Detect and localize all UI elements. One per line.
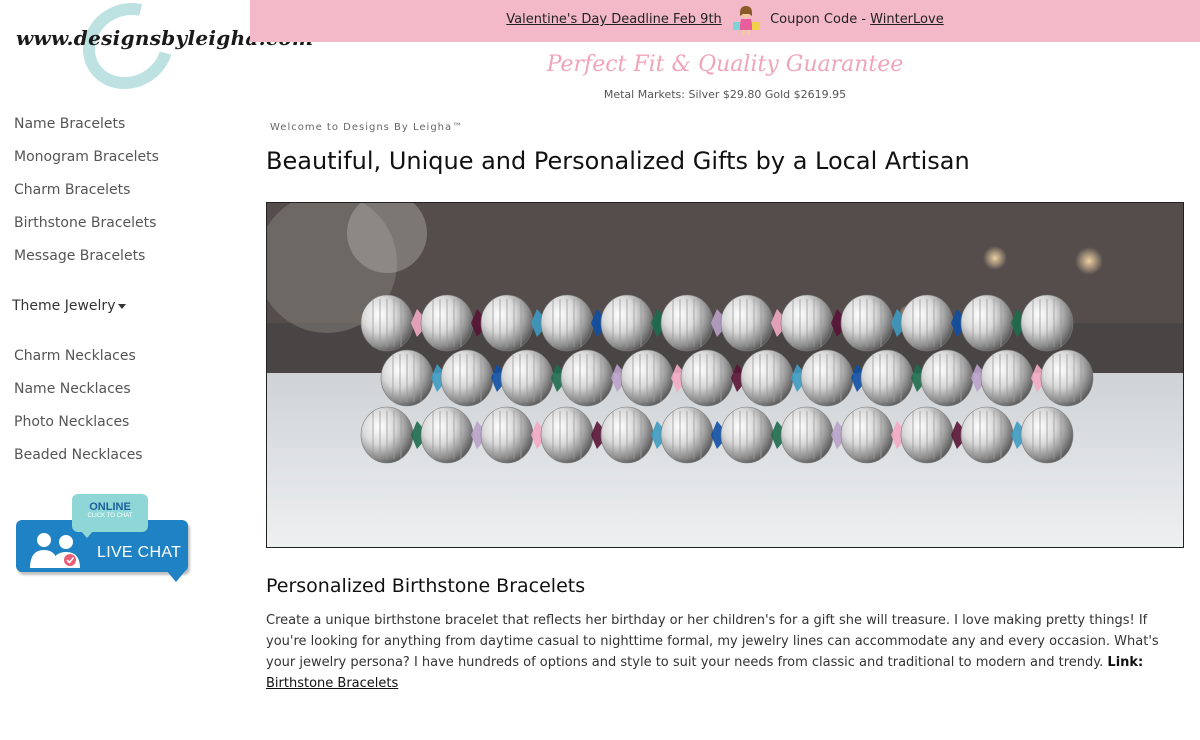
site-logo[interactable]: www.designsbyleigha.com <box>12 0 314 106</box>
online-bubble: ONLINE CLICK TO CHAT <box>72 494 148 532</box>
birthstone-bracelets-link[interactable]: Birthstone Bracelets <box>266 676 398 691</box>
section-body-text: Create a unique birthstone bracelet that… <box>266 613 1159 670</box>
section-title: Personalized Birthstone Bracelets <box>266 575 586 597</box>
bracelet-illustration <box>267 203 1183 547</box>
sidebar-item-photo-necklaces[interactable]: Photo Necklaces <box>14 414 129 430</box>
theme-jewelry-dropdown[interactable]: Theme Jewelry <box>12 298 127 314</box>
sidebar-item-name-bracelets[interactable]: Name Bracelets <box>14 116 125 132</box>
welcome-text: Welcome to Designs By Leigha™ <box>270 122 464 133</box>
sidebar-item-message-bracelets[interactable]: Message Bracelets <box>14 248 145 264</box>
link-prefix: Link: <box>1107 655 1144 670</box>
sidebar-item-charm-necklaces[interactable]: Charm Necklaces <box>14 348 136 364</box>
valentines-deadline-link[interactable]: Valentine's Day Deadline Feb 9th <box>506 12 722 27</box>
sidebar-item-charm-bracelets[interactable]: Charm Bracelets <box>14 182 130 198</box>
shopping-girl-icon <box>732 5 759 35</box>
section-body: Create a unique birthstone bracelet that… <box>266 610 1180 694</box>
sidebar-item-name-necklaces[interactable]: Name Necklaces <box>14 381 131 397</box>
sidebar: www.designsbyleigha.com Name Bracelets M… <box>0 0 314 740</box>
live-chat-label: LIVE CHAT <box>97 544 182 561</box>
coupon-code-link[interactable]: WinterLove <box>870 12 944 27</box>
click-to-chat-label: CLICK TO CHAT <box>87 513 133 519</box>
promo-banner: Valentine's Day Deadline Feb 9th Coupon … <box>250 0 1200 42</box>
sidebar-item-monogram-bracelets[interactable]: Monogram Bracelets <box>14 149 159 165</box>
quality-tagline: Perfect Fit & Quality Guarantee <box>546 52 904 77</box>
sidebar-item-beaded-necklaces[interactable]: Beaded Necklaces <box>14 447 143 463</box>
people-icon <box>30 533 80 568</box>
metal-markets: Metal Markets: Silver $29.80 Gold $2619.… <box>603 88 847 101</box>
theme-jewelry-label: Theme Jewelry <box>12 298 116 314</box>
caret-down-icon <box>118 303 127 309</box>
hero-bracelet-image[interactable] <box>266 202 1184 548</box>
sidebar-item-birthstone-bracelets[interactable]: Birthstone Bracelets <box>14 215 156 231</box>
logo-text: www.designsbyleigha.com <box>16 26 314 50</box>
online-label: ONLINE <box>89 501 131 513</box>
chat-bubble-tail <box>166 570 186 582</box>
logo-swirl-icon <box>67 0 189 106</box>
page-title: Beautiful, Unique and Personalized Gifts… <box>266 147 970 175</box>
coupon-prefix: Coupon Code - <box>770 12 867 27</box>
live-chat-button[interactable]: ONLINE CLICK TO CHAT LIVE CHAT <box>16 494 192 586</box>
